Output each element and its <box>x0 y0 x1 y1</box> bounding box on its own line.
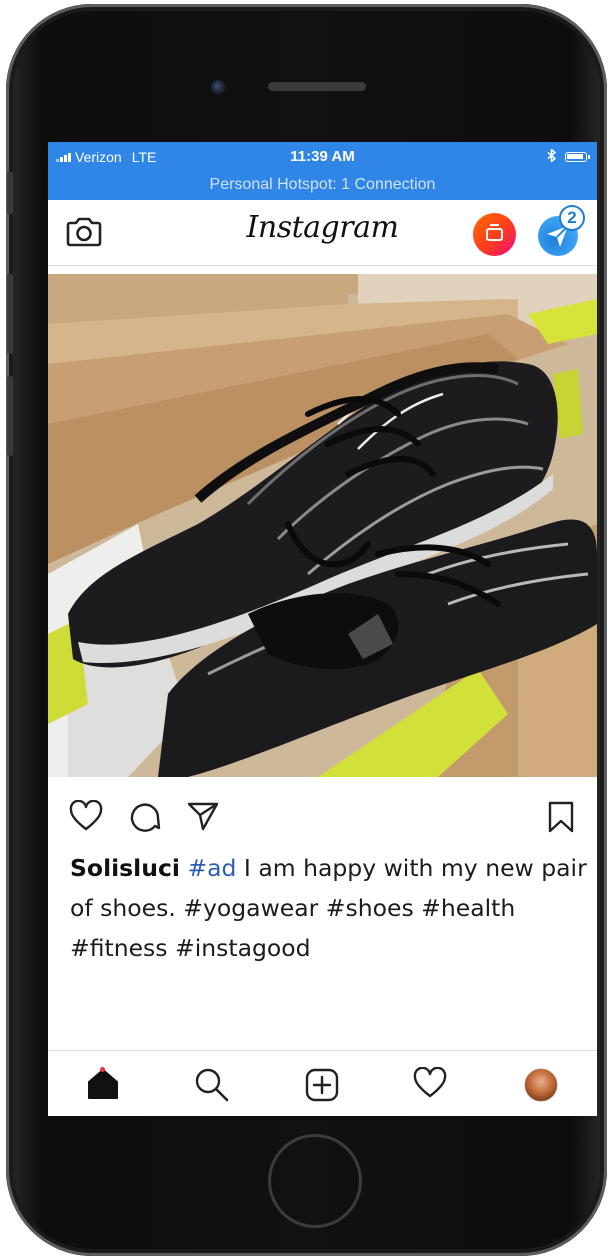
comment-icon[interactable] <box>128 800 162 837</box>
status-right <box>547 147 590 165</box>
front-camera <box>211 80 225 94</box>
clock: 11:39 AM <box>290 148 355 165</box>
screen: Verizon LTE 11:39 AM Personal Hotspot: 1… <box>48 142 597 1116</box>
phone-frame: Verizon LTE 11:39 AM Personal Hotspot: 1… <box>6 4 607 1256</box>
profile-avatar[interactable] <box>524 1068 558 1102</box>
search-icon[interactable] <box>194 1067 230 1108</box>
battery-icon <box>565 152 590 162</box>
caption-hashtag-ad[interactable]: #ad <box>187 854 236 882</box>
volume-down-button <box>7 376 13 456</box>
heart-icon[interactable] <box>68 799 104 837</box>
mute-switch <box>7 172 13 214</box>
direct-badge: 2 <box>559 205 585 231</box>
app-header: Instagram 2 <box>48 200 597 266</box>
post-caption: Solisluci #ad I am happy with my new pai… <box>70 848 590 968</box>
home-notification-dot <box>100 1067 105 1072</box>
add-post-icon[interactable] <box>304 1067 340 1108</box>
igtv-icon[interactable] <box>473 213 516 256</box>
bluetooth-icon <box>547 147 557 165</box>
status-bar: Verizon LTE 11:39 AM Personal Hotspot: 1… <box>48 142 597 200</box>
post-actions <box>48 792 597 842</box>
activity-heart-icon[interactable] <box>412 1066 448 1104</box>
home-icon[interactable] <box>86 1067 120 1106</box>
bookmark-icon[interactable] <box>546 800 576 839</box>
hotspot-banner[interactable]: Personal Hotspot: 1 Connection <box>48 176 597 194</box>
earpiece-speaker <box>268 82 366 91</box>
post-image[interactable] <box>48 274 597 777</box>
home-button[interactable] <box>268 1134 362 1228</box>
bottom-tab-bar <box>48 1050 597 1116</box>
share-icon[interactable] <box>186 800 220 837</box>
caption-username[interactable]: Solisluci <box>70 854 180 882</box>
volume-up-button <box>7 274 13 354</box>
